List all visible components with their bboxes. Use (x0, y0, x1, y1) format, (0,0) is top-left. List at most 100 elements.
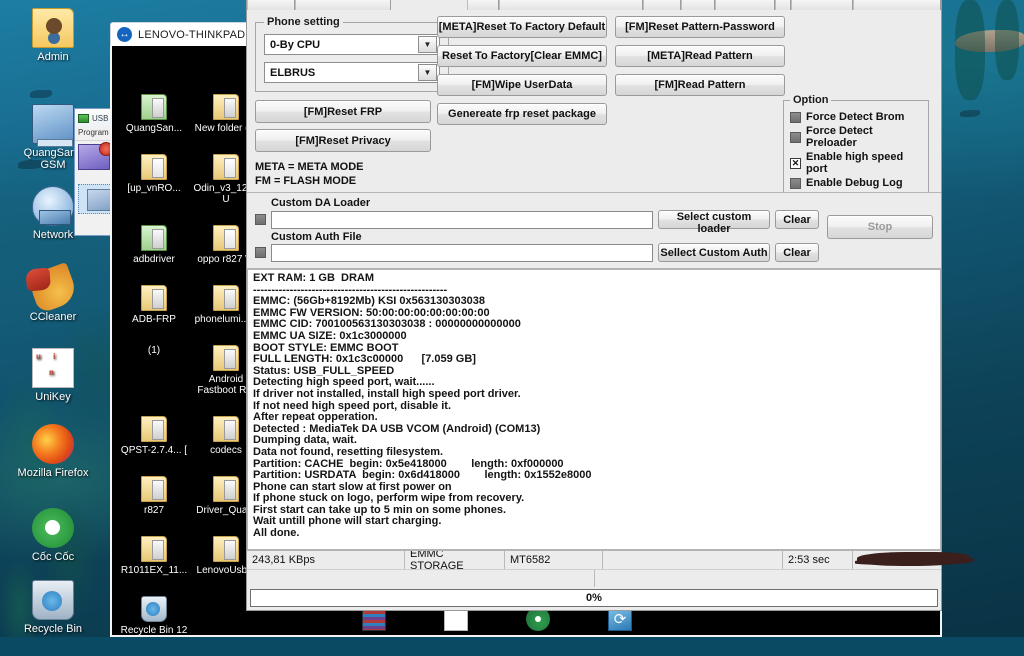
right-button-column: [FM]Reset Pattern-Password [META]Read Pat… (615, 16, 785, 103)
tab-3[interactable] (467, 0, 499, 10)
checkbox-icon[interactable] (790, 131, 801, 143)
option-label: Enable high speed port (806, 151, 904, 175)
folder-icon (213, 536, 239, 562)
desktop-icon-label: Recycle Bin (23, 623, 83, 635)
meta-reset-factory-default-button[interactable]: [META]Reset To Factory Default (437, 16, 607, 38)
option-row-2[interactable]: Enable high speed port (790, 151, 922, 175)
clear-da-loader-button[interactable]: Clear (775, 210, 819, 229)
desktop-icon-4[interactable]: UniKey (10, 348, 96, 403)
option-label: Force Detect Brom (806, 111, 905, 123)
tab-7[interactable] (715, 0, 775, 10)
list-item[interactable]: R1011EX_11... (120, 536, 188, 576)
list-item[interactable]: Recycle Bin 12 (120, 596, 188, 636)
folder-icon (141, 476, 167, 502)
folder-icon (141, 416, 167, 442)
tab-filler (391, 0, 467, 10)
folder-icon (141, 154, 167, 180)
desktop-icon-7[interactable]: Recycle Bin (10, 580, 96, 635)
fm-reset-pattern-password-button[interactable]: [FM]Reset Pattern-Password (615, 16, 785, 38)
folder-icon (213, 476, 239, 502)
desktop-icon-label: Cốc Cốc (31, 551, 75, 563)
cpu-select[interactable]: 0-By CPU ▼ (264, 34, 440, 55)
list-item[interactable]: QuangSan... (120, 94, 188, 134)
folder-icon (213, 416, 239, 442)
log-text: EXT RAM: 1 GB DRAM ---------------------… (253, 272, 592, 540)
fm-read-pattern-button[interactable]: [FM]Read Pattern (615, 74, 785, 96)
checkbox-icon[interactable] (790, 177, 801, 189)
custom-auth-file-input[interactable] (271, 244, 653, 262)
tab-10[interactable] (853, 0, 941, 10)
tab-2[interactable] (295, 0, 391, 10)
status-secondary-right (595, 570, 941, 587)
middle-button-column: [META]Reset To Factory Default Reset To F… (437, 16, 607, 132)
clear-auth-file-button[interactable]: Clear (775, 243, 819, 262)
list-item[interactable]: ADB-FRP (120, 285, 188, 325)
progress-percent: 0% (586, 592, 602, 604)
chevron-down-icon[interactable]: ▼ (418, 36, 437, 53)
stop-button[interactable]: Stop (827, 215, 933, 239)
list-item[interactable]: (1) (120, 345, 188, 356)
checkbox-icon[interactable] (790, 111, 801, 123)
custom-da-loader-label: Custom DA Loader (271, 197, 371, 209)
list-item[interactable]: QPST-2.7.4... [ (120, 416, 188, 456)
status-secondary-left (247, 570, 595, 587)
checkbox-icon[interactable] (790, 157, 801, 169)
generate-frp-reset-package-button[interactable]: Genereate frp reset package (437, 103, 607, 125)
list-item[interactable]: [up_vnRO... (120, 154, 188, 194)
tab-6[interactable] (681, 0, 715, 10)
option-row-0[interactable]: Force Detect Brom (790, 111, 922, 123)
wallpaper-kelp (955, 0, 985, 100)
folder-icon (213, 345, 239, 371)
desktop-icon-label: CCleaner (29, 311, 77, 323)
log-output-area[interactable]: EXT RAM: 1 GB DRAM ---------------------… (247, 269, 941, 550)
custom-da-loader-checkbox[interactable] (255, 214, 266, 225)
recycle-bin-icon (141, 596, 167, 622)
disconnected-computer-icon (78, 142, 113, 170)
brand-select[interactable]: ELBRUS ▼ (264, 62, 440, 83)
desktop-icon-6[interactable]: Cốc Cốc (10, 508, 96, 563)
list-item[interactable]: r827 (120, 476, 188, 516)
phone-setting-group: Phone setting 0-By CPU ▼ ELBRUS ▼ (255, 16, 449, 92)
list-item[interactable]: adbdriver (120, 225, 188, 265)
list-item-label: r827 (143, 505, 164, 516)
phone-setting-legend: Phone setting (267, 16, 340, 28)
select-custom-auth-button[interactable]: Sellect Custom Auth (658, 243, 770, 262)
custom-da-loader-input[interactable] (271, 211, 653, 229)
reset-privacy-button[interactable]: [FM]Reset Privacy (255, 129, 431, 152)
recycle-bin-icon (32, 580, 74, 620)
desktop-icon-0[interactable]: Admin (10, 8, 96, 63)
reset-frp-button[interactable]: [FM]Reset FRP (255, 100, 431, 123)
ccleaner-icon (26, 262, 80, 314)
tab-5[interactable] (643, 0, 681, 10)
fm-wipe-userdata-button[interactable]: [FM]Wipe UserData (437, 74, 607, 96)
tab-8[interactable] (775, 0, 791, 10)
user-folder-icon (32, 8, 74, 48)
option-row-1[interactable]: Force Detect Preloader (790, 125, 922, 149)
option-row-3[interactable]: Enable Debug Log (790, 177, 922, 189)
desktop-icon-5[interactable]: Mozilla Firefox (10, 424, 96, 479)
list-item-label: QPST-2.7.4... [ (120, 445, 188, 456)
flash-tool-window[interactable]: Phone setting 0-By CPU ▼ ELBRUS ▼ [FM]Re… (246, 0, 969, 611)
tab-strip[interactable] (247, 0, 941, 10)
option-checkbox-list: Force Detect BromForce Detect PreloaderE… (790, 111, 922, 189)
tab-9[interactable] (791, 0, 853, 10)
custom-auth-file-row: Sellect Custom Auth Clear (255, 243, 933, 262)
cpu-select-value: 0-By CPU (270, 38, 321, 51)
status-bar-secondary (247, 569, 941, 587)
status-speed: 243,81 KBps (247, 551, 405, 569)
tab-4[interactable] (499, 0, 643, 10)
list-item-label: codecs (210, 445, 242, 456)
status-storage: EMMC STORAGE (405, 551, 505, 569)
select-custom-loader-button[interactable]: Select custom loader (658, 210, 770, 235)
chevron-down-icon[interactable]: ▼ (418, 64, 437, 81)
reset-factory-clear-emmc-button[interactable]: Reset To Factory[Clear EMMC] (437, 45, 607, 67)
desktop-icon-3[interactable]: CCleaner (10, 262, 96, 323)
custom-auth-file-checkbox[interactable] (255, 247, 266, 258)
option-label: Force Detect Preloader (806, 125, 873, 149)
list-item-label: Recycle Bin 12 (120, 625, 188, 636)
meta-read-pattern-button[interactable]: [META]Read Pattern (615, 45, 785, 67)
folder-icon (141, 225, 167, 251)
list-item-label: [up_vnRO... (127, 183, 181, 194)
tab-1[interactable] (247, 0, 295, 10)
remote-window-titlebar[interactable]: LENOVO-THINKPAD (110, 22, 260, 46)
